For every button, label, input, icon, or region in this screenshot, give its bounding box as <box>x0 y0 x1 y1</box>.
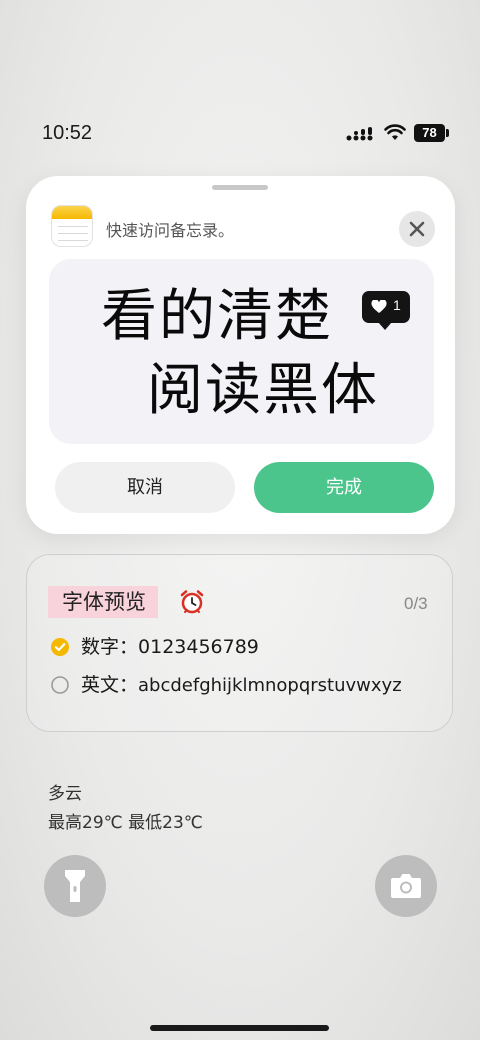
close-button[interactable] <box>399 211 435 247</box>
notes-app-icon <box>51 205 93 247</box>
flashlight-button[interactable] <box>44 855 106 917</box>
widget-title: 字体预览 <box>48 586 158 618</box>
battery-cap <box>446 129 449 137</box>
close-icon <box>409 221 425 237</box>
battery-icon: 78 <box>414 124 450 142</box>
done-button[interactable]: 完成 <box>254 462 434 513</box>
status-bar: 10:52 78 <box>0 120 480 148</box>
battery-level: 78 <box>414 124 445 142</box>
task-label: 英文：abcdefghijklmnopqrstuvwxyz <box>81 674 402 696</box>
quick-notes-sheet: 快速访问备忘录。 看的清楚 阅读黑体 1 取消 完成 <box>26 176 455 534</box>
task-label: 数字：0123456789 <box>81 636 259 658</box>
like-count: 1 <box>393 297 401 313</box>
sheet-grabber[interactable] <box>212 185 268 190</box>
weather-temperature: 最高29℃ 最低23℃ <box>48 813 203 833</box>
cancel-button[interactable]: 取消 <box>55 462 235 513</box>
preview-text-line1: 看的清楚 <box>101 284 333 349</box>
font-preview-card[interactable]: 看的清楚 阅读黑体 1 <box>49 259 434 444</box>
sheet-header-title: 快速访问备忘录。 <box>106 221 235 240</box>
font-preview-widget[interactable]: 字体预览 0/3 数字：0123456789 英文：abcdefghijklmn… <box>26 554 453 732</box>
flashlight-icon <box>65 870 85 902</box>
checked-icon[interactable] <box>51 638 69 656</box>
preview-text-line2: 阅读黑体 <box>147 358 379 423</box>
unchecked-icon[interactable] <box>51 676 69 694</box>
like-badge[interactable]: 1 <box>362 291 410 330</box>
status-time: 10:52 <box>42 122 93 144</box>
wifi-icon <box>384 124 406 140</box>
task-progress: 0/3 <box>404 594 428 613</box>
camera-icon <box>391 874 421 898</box>
signal-icon <box>346 127 373 141</box>
home-indicator[interactable] <box>150 1025 329 1031</box>
weather-condition: 多云 <box>48 784 82 804</box>
heart-icon <box>371 300 387 313</box>
alarm-clock-icon <box>180 590 204 614</box>
camera-button[interactable] <box>375 855 437 917</box>
